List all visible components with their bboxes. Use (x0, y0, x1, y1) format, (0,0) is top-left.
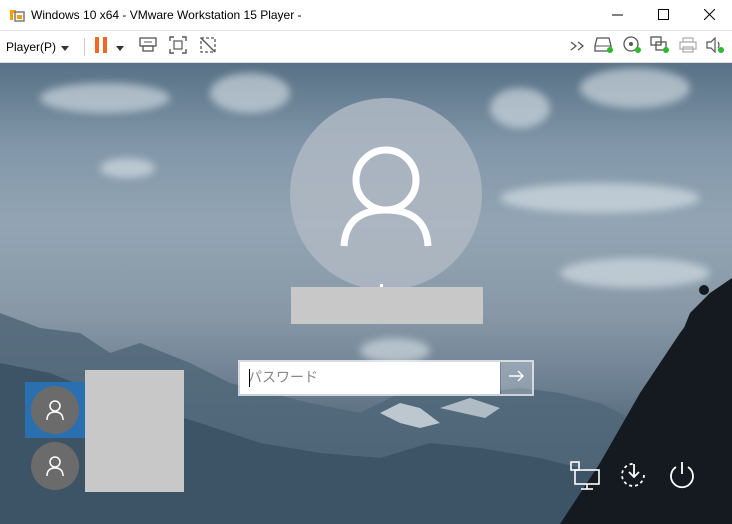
send-ctrl-alt-del-icon (139, 36, 157, 59)
minimize-button[interactable] (594, 0, 640, 31)
maximize-button[interactable] (640, 0, 686, 31)
ease-of-access-button[interactable] (616, 459, 652, 495)
printer-button[interactable] (678, 36, 698, 58)
user-icon (46, 456, 64, 477)
hard-disk-button[interactable] (594, 36, 614, 59)
maximize-icon (657, 7, 669, 25)
dropdown-arrow-icon (116, 38, 124, 56)
password-input[interactable] (240, 362, 500, 394)
player-menu-label: Player(P) (6, 40, 57, 54)
fullscreen-button[interactable] (168, 35, 188, 59)
window-title-bar: Windows 10 x64 - VMware Workstation 15 P… (0, 0, 732, 31)
minimize-icon (611, 7, 623, 25)
network-button[interactable] (568, 459, 604, 495)
close-icon (703, 7, 715, 25)
avatar (31, 386, 79, 434)
pause-button[interactable] (91, 36, 111, 58)
chevron-down-icon (61, 40, 70, 54)
window-title: Windows 10 x64 - VMware Workstation 15 P… (31, 8, 302, 22)
unity-button[interactable] (198, 36, 218, 59)
user-names-redacted (85, 370, 184, 492)
close-button[interactable] (686, 0, 732, 31)
toolbar-divider (84, 38, 85, 56)
network-adapter-button[interactable] (650, 35, 670, 59)
power-button[interactable] (664, 459, 700, 495)
pause-icon (94, 36, 108, 58)
send-ctrl-alt-del-button[interactable] (138, 36, 158, 59)
pause-dropdown-button[interactable] (113, 37, 127, 57)
network-icon (569, 460, 603, 495)
text-caret (249, 369, 250, 387)
user-icon (46, 400, 64, 421)
fullscreen-icon (169, 35, 187, 59)
avatar (31, 442, 79, 490)
more-devices-button[interactable] (568, 37, 588, 57)
user-tile-2[interactable] (25, 438, 85, 494)
user-avatar (290, 98, 482, 290)
vmware-logo-icon (8, 7, 26, 23)
player-menu-button[interactable]: Player(P) (6, 36, 70, 58)
cd-drive-button[interactable] (622, 35, 642, 59)
hard-disk-icon (594, 36, 614, 59)
arrow-right-icon (508, 369, 525, 387)
more-devices-icon (570, 38, 586, 56)
user-icon (340, 146, 432, 247)
cd-drive-icon (622, 35, 642, 59)
user-tile-1[interactable] (25, 382, 85, 438)
printer-icon (679, 36, 697, 58)
ease-of-access-icon (618, 459, 650, 496)
power-icon (667, 460, 697, 495)
username-redacted (291, 287, 483, 324)
player-toolbar: Player(P) (0, 31, 732, 63)
sound-icon (706, 36, 724, 58)
network-adapter-icon (650, 35, 670, 59)
unity-icon (199, 36, 217, 59)
password-field-container (238, 360, 534, 396)
submit-button[interactable] (501, 362, 532, 394)
vm-screen[interactable] (0, 63, 732, 524)
sound-button[interactable] (705, 36, 725, 58)
